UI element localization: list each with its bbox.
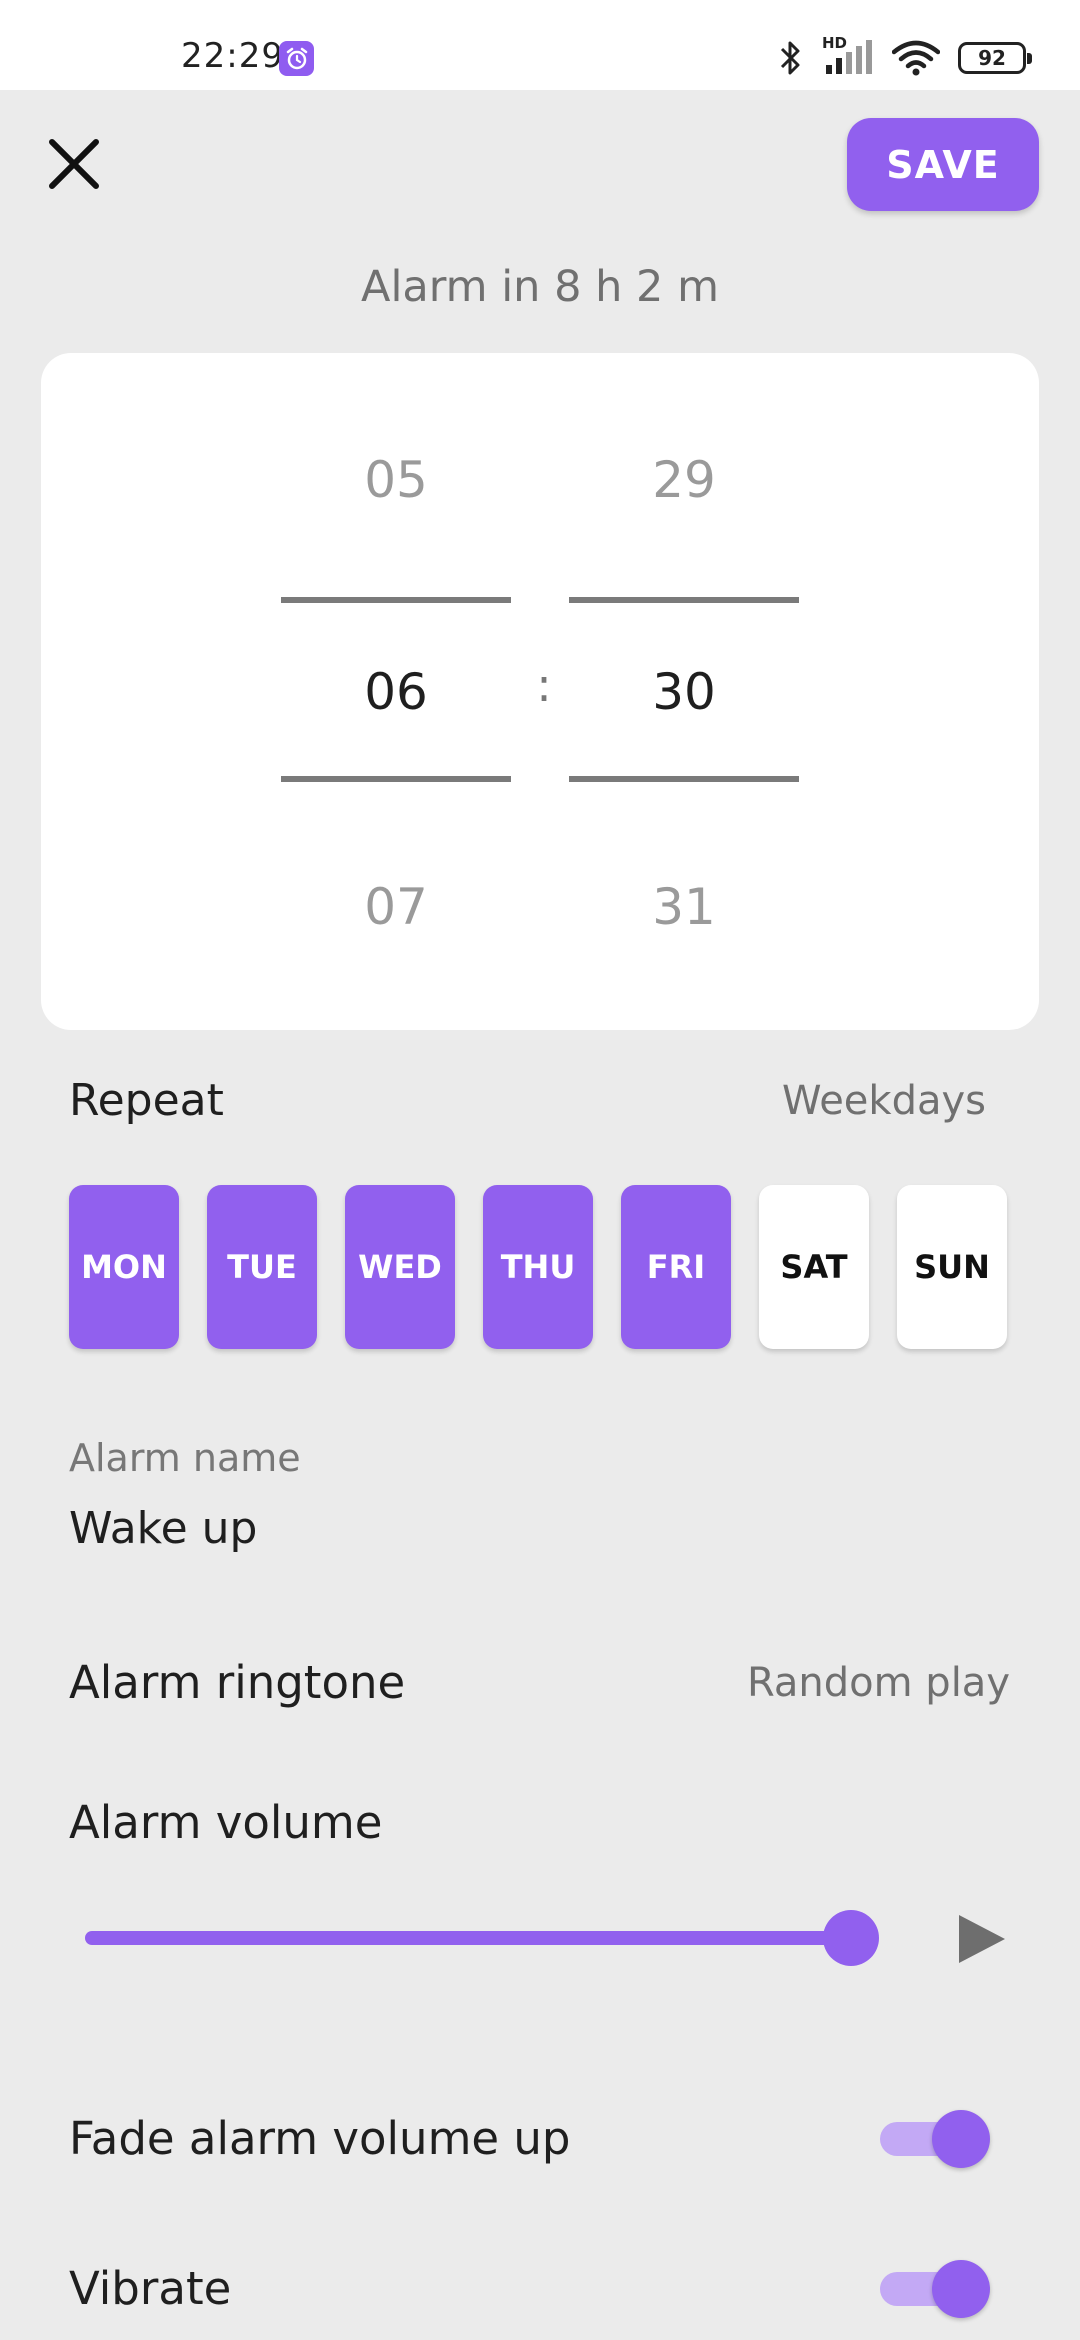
day-sat[interactable]: SAT [759,1185,869,1349]
day-wed[interactable]: WED [345,1185,455,1349]
minute-picker[interactable]: 29 30 31 [569,353,799,1030]
battery-level: 92 [978,46,1006,70]
fade-volume-toggle[interactable] [880,2106,992,2170]
alarm-name-input[interactable]: Wake up [69,1503,257,1554]
day-mon[interactable]: MON [69,1185,179,1349]
cell-signal-icon: HD [822,34,874,78]
status-icons: HD 92 [778,34,1032,79]
day-selector: MON TUE WED THU FRI SAT SUN [69,1185,1007,1349]
volume-label: Alarm volume [69,1796,383,1849]
vibrate-toggle[interactable] [880,2256,992,2320]
ringtone-value[interactable]: Random play [747,1660,1010,1706]
day-tue[interactable]: TUE [207,1185,317,1349]
minute-prev[interactable]: 29 [569,451,799,509]
close-button[interactable] [44,134,104,194]
close-icon [49,139,99,189]
volume-slider-thumb[interactable] [823,1910,879,1966]
bluetooth-icon [780,41,800,75]
minute-divider-top [569,597,799,603]
hour-prev[interactable]: 05 [281,451,511,509]
fade-volume-label: Fade alarm volume up [69,2112,571,2165]
alarm-name-label: Alarm name [69,1436,301,1480]
repeat-label: Repeat [69,1075,224,1126]
volume-slider-track[interactable] [85,1931,847,1945]
day-sun[interactable]: SUN [897,1185,1007,1349]
status-bar: 22:29 HD 92 [0,0,1080,90]
alarm-clock-app-icon [279,41,314,76]
toggle-knob [932,2260,990,2318]
minute-divider-bottom [569,776,799,782]
time-picker: 05 06 07 : 29 30 31 [41,353,1039,1030]
vibrate-label: Vibrate [69,2262,232,2315]
hour-divider-top [281,597,511,603]
hour-next[interactable]: 07 [281,878,511,936]
repeat-value[interactable]: Weekdays [782,1078,986,1124]
alarm-countdown: Alarm in 8 h 2 m [361,262,719,312]
save-button[interactable]: SAVE [847,118,1039,211]
play-icon [959,1915,1005,1963]
toggle-knob [932,2110,990,2168]
hour-selected[interactable]: 06 [281,663,511,721]
preview-play-button[interactable] [955,1911,1009,1967]
time-separator: : [536,658,552,712]
day-fri[interactable]: FRI [621,1185,731,1349]
minute-selected[interactable]: 30 [569,663,799,721]
hour-divider-bottom [281,776,511,782]
status-time: 22:29 [181,36,284,76]
day-thu[interactable]: THU [483,1185,593,1349]
battery-icon: 92 [958,42,1032,74]
ringtone-label[interactable]: Alarm ringtone [69,1656,405,1709]
wifi-icon [892,40,940,76]
minute-next[interactable]: 31 [569,878,799,936]
hour-picker[interactable]: 05 06 07 [281,353,511,1030]
